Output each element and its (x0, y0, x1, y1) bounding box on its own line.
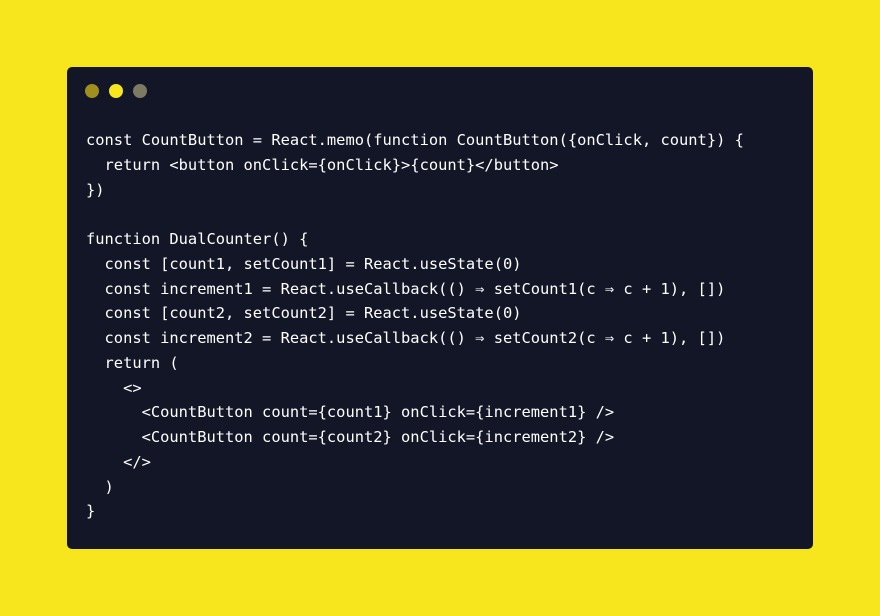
window-controls (85, 84, 147, 98)
code-line: }) (86, 180, 105, 199)
code-line: </> (86, 452, 151, 471)
code-line: return <button onClick={onClick}>{count}… (86, 155, 559, 174)
code-line: const increment1 = React.useCallback(() … (86, 279, 726, 298)
window-dot-yellow-icon (109, 84, 123, 98)
code-line: return ( (86, 353, 179, 372)
code-line: const [count2, setCount2] = React.useSta… (86, 304, 522, 323)
code-line: <CountButton count={count2} onClick={inc… (86, 428, 615, 446)
window-dot-gray-icon (133, 84, 147, 98)
code-line: <> (86, 378, 142, 397)
code-line: const CountButton = React.memo(function … (86, 131, 744, 149)
code-line: } (86, 502, 96, 521)
window-dot-dark-yellow-icon (85, 84, 99, 98)
code-line: function DualCounter() { (86, 230, 309, 248)
code-block: const CountButton = React.memo(function … (86, 128, 744, 524)
code-window: const CountButton = React.memo(function … (67, 67, 813, 549)
code-line: const increment2 = React.useCallback(() … (86, 329, 726, 347)
code-line: <CountButton count={count1} onClick={inc… (86, 403, 615, 422)
code-line: const [count1, setCount1] = React.useSta… (86, 254, 522, 273)
code-line: ) (86, 477, 114, 496)
